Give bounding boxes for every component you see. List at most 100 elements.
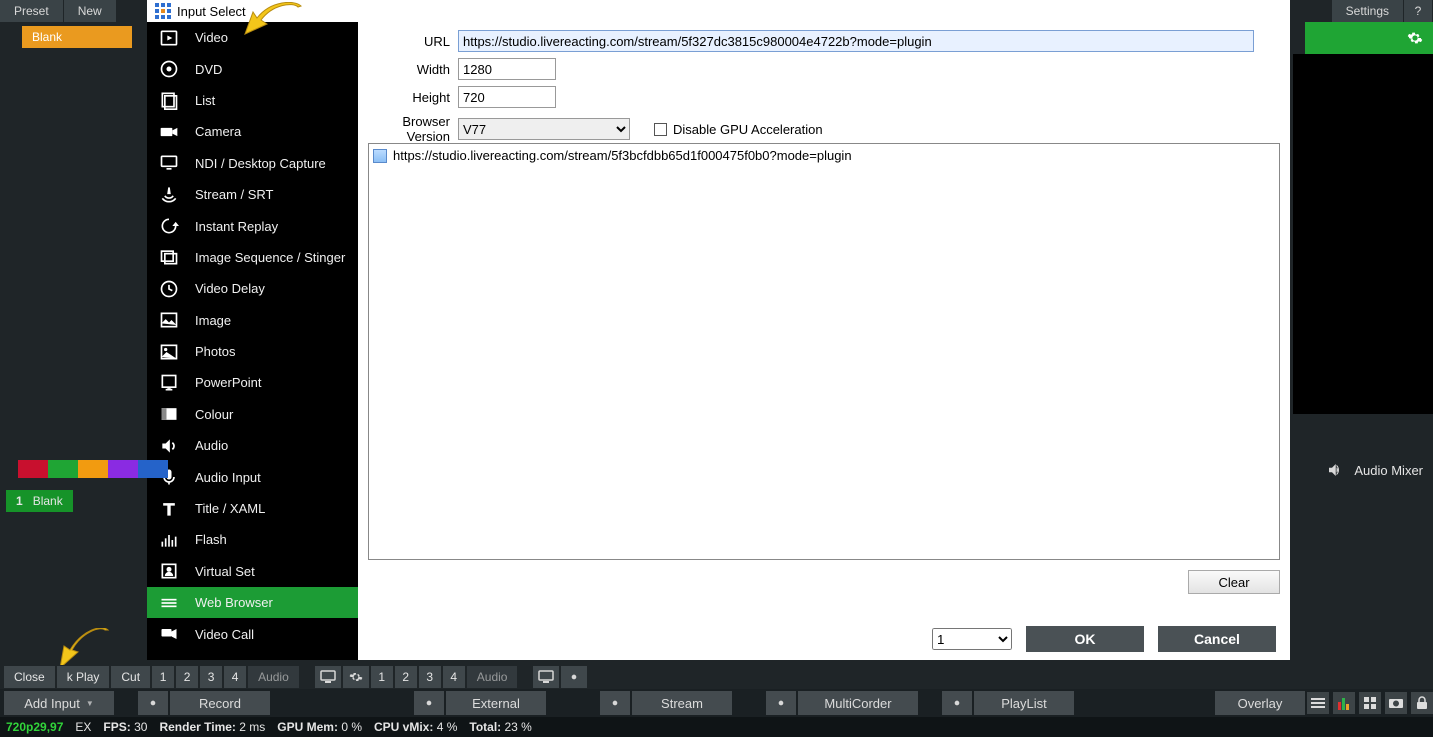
external-button[interactable]: External (446, 691, 546, 715)
quickplay-tab[interactable]: k Play (57, 666, 110, 688)
overlay-1[interactable]: 1 (371, 666, 393, 688)
gear-icon (1407, 30, 1423, 46)
sidebar-item-audio[interactable]: Audio (147, 430, 358, 461)
sidebar-item-dvd[interactable]: DVD (147, 53, 358, 84)
external-gear[interactable] (414, 691, 444, 715)
audio-tab-2[interactable]: Audio (467, 666, 518, 688)
close-tab[interactable]: Close (4, 666, 55, 688)
sidebar-item-web-browser[interactable]: Web Browser (147, 587, 358, 618)
input-type-sidebar: VideoDVDListCameraNDI / Desktop CaptureS… (147, 22, 358, 660)
browser-page-icon (373, 149, 387, 163)
number-select[interactable]: 1 (932, 628, 1012, 650)
overlay-4[interactable]: 4 (224, 666, 246, 688)
history-listbox[interactable]: https://studio.livereacting.com/stream/5… (368, 143, 1280, 560)
grid-color-icon (155, 3, 171, 19)
monitor-icon-slot-2[interactable] (533, 666, 559, 688)
checkbox-box-icon (654, 123, 667, 136)
gear-icon (774, 696, 788, 710)
bars-icon[interactable] (1333, 692, 1355, 714)
camera-icon (157, 121, 181, 143)
status-bar: 720p29,97 EX FPS: 30 Render Time: 2 ms G… (0, 717, 1433, 737)
gear-icon-slot-2[interactable] (561, 666, 587, 688)
record-gear[interactable] (138, 691, 168, 715)
sidebar-item-video[interactable]: Video (147, 22, 358, 53)
preset-blank-chip[interactable]: Blank (22, 26, 132, 48)
overlay-1[interactable]: 1 (152, 666, 174, 688)
color-swatch[interactable] (138, 460, 168, 478)
powerpoint-icon (157, 372, 181, 394)
gear-icon (608, 696, 622, 710)
monitor-icon-slot[interactable] (315, 666, 341, 688)
audio-mixer-button[interactable]: Audio Mixer (1326, 458, 1433, 482)
url-label: URL (368, 34, 458, 49)
multicorder-button[interactable]: MultiCorder (798, 691, 918, 715)
sidebar-item-colour[interactable]: Colour (147, 399, 358, 430)
browser-version-select[interactable]: V77 (458, 118, 630, 140)
width-input[interactable] (458, 58, 556, 80)
audio-tab[interactable]: Audio (248, 666, 299, 688)
sidebar-item-audio-input[interactable]: Audio Input (147, 461, 358, 492)
output-gear-bar[interactable] (1305, 22, 1433, 54)
disable-gpu-checkbox[interactable]: Disable GPU Acceleration (654, 122, 823, 137)
sidebar-item-list[interactable]: List (147, 85, 358, 116)
height-label: Height (368, 90, 458, 105)
settings-button[interactable]: Settings (1332, 0, 1403, 22)
playlist-gear[interactable] (942, 691, 972, 715)
output-preview (1293, 54, 1433, 414)
color-swatch[interactable] (18, 460, 48, 478)
virtual-set-icon (157, 560, 181, 582)
ndi-desktop-capture-icon (157, 152, 181, 174)
stream-srt-icon (157, 184, 181, 206)
help-button[interactable]: ? (1404, 0, 1432, 22)
playlist-button[interactable]: PlayList (974, 691, 1074, 715)
url-input[interactable] (458, 30, 1254, 52)
add-input-button[interactable]: Add Input (4, 691, 114, 715)
overlay-2[interactable]: 2 (395, 666, 417, 688)
gear-icon (567, 670, 581, 684)
lock-icon[interactable] (1411, 692, 1433, 714)
record-button[interactable]: Record (170, 691, 270, 715)
height-input[interactable] (458, 86, 556, 108)
history-item[interactable]: https://studio.livereacting.com/stream/5… (373, 148, 1275, 163)
sidebar-item-stream-srt[interactable]: Stream / SRT (147, 179, 358, 210)
color-swatch[interactable] (108, 460, 138, 478)
width-label: Width (368, 62, 458, 77)
sidebar-item-instant-replay[interactable]: Instant Replay (147, 210, 358, 241)
sidebar-item-image[interactable]: Image (147, 305, 358, 336)
sidebar-item-image-sequence-stinger[interactable]: Image Sequence / Stinger (147, 242, 358, 273)
sidebar-item-video-delay[interactable]: Video Delay (147, 273, 358, 304)
preset-button[interactable]: Preset (0, 0, 63, 22)
stream-gear[interactable] (600, 691, 630, 715)
overlay-2[interactable]: 2 (176, 666, 198, 688)
stream-button[interactable]: Stream (632, 691, 732, 715)
sidebar-item-virtual-set[interactable]: Virtual Set (147, 556, 358, 587)
overlay-3[interactable]: 3 (419, 666, 441, 688)
sidebar-item-flash[interactable]: Flash (147, 524, 358, 555)
sidebar-item-powerpoint[interactable]: PowerPoint (147, 367, 358, 398)
ok-button[interactable]: OK (1026, 626, 1144, 652)
sidebar-item-ndi-desktop-capture[interactable]: NDI / Desktop Capture (147, 148, 358, 179)
overlay-button[interactable]: Overlay (1215, 691, 1305, 715)
sidebar-item-camera[interactable]: Camera (147, 116, 358, 147)
sidebar-item-video-call[interactable]: Video Call (147, 618, 358, 649)
gear-icon-slot[interactable] (343, 666, 369, 688)
color-swatch[interactable] (48, 460, 78, 478)
multicorder-gear[interactable] (766, 691, 796, 715)
sidebar-item-photos[interactable]: Photos (147, 336, 358, 367)
grid-icon[interactable] (1359, 692, 1381, 714)
camera-icon[interactable] (1385, 692, 1407, 714)
overlay-3[interactable]: 3 (200, 666, 222, 688)
color-swatch[interactable] (78, 460, 108, 478)
sidebar-item-title-xaml[interactable]: Title / XAML (147, 493, 358, 524)
number-label: Number (876, 632, 922, 647)
audio-icon (157, 435, 181, 457)
new-button[interactable]: New (64, 0, 116, 22)
overlay-4[interactable]: 4 (443, 666, 465, 688)
input-chip-1[interactable]: 1 Blank (6, 490, 73, 512)
clear-button[interactable]: Clear (1188, 570, 1280, 594)
list-icon[interactable] (1307, 692, 1329, 714)
web-browser-panel: URL Width Height Browser Version V77 Dis… (358, 0, 1290, 660)
monitor-icon (538, 670, 554, 684)
cut-tab[interactable]: Cut (111, 666, 150, 688)
cancel-button[interactable]: Cancel (1158, 626, 1276, 652)
